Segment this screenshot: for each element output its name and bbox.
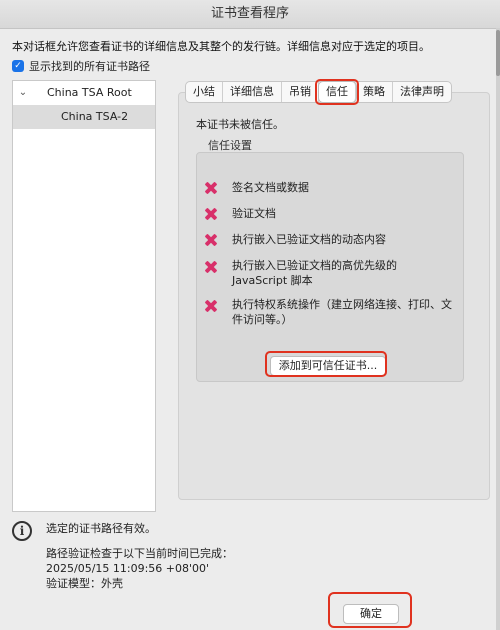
tree-item-root[interactable]: ⌄ China TSA Root (13, 81, 155, 105)
scrollbar[interactable] (496, 30, 500, 76)
window-edge (496, 28, 500, 630)
denied-x-icon (204, 233, 218, 247)
trust-settings-label: 信任设置 (208, 139, 252, 152)
trust-status: 本证书未被信任。 (196, 118, 284, 131)
tab-trust[interactable]: 信任 (315, 79, 359, 105)
show-all-paths-checkbox[interactable]: ✓ (12, 60, 24, 72)
validation-model: 验证模型：外壳 (46, 577, 123, 590)
tab-revocation[interactable]: 吊销 (282, 82, 319, 102)
ok-button[interactable]: 确定 (343, 604, 399, 624)
path-valid-text: 选定的证书路径有效。 (46, 522, 156, 535)
show-all-paths-row[interactable]: ✓ 显示找到的所有证书路径 (12, 58, 150, 74)
tab-summary[interactable]: 小结 (186, 82, 223, 102)
trust-item-label: 签名文档或数据 (232, 181, 309, 194)
trust-item-label: 执行嵌入已验证文档的动态内容 (232, 233, 386, 246)
certificate-tree: ⌄ China TSA Root China TSA-2 (12, 80, 156, 512)
tree-item-child-label: China TSA-2 (61, 110, 129, 123)
dialog-description: 本对话框允许您查看证书的详细信息及其整个的发行链。详细信息对应于选定的项目。 (12, 40, 430, 53)
trust-item: 签名文档或数据 (204, 180, 454, 195)
window-title: 证书查看程序 (0, 0, 500, 29)
trust-item-label: 执行嵌入已验证文档的高优先级的 JavaScript 脚本 (232, 259, 397, 287)
tree-item-child[interactable]: China TSA-2 (13, 105, 155, 129)
tree-item-root-label: China TSA Root (47, 86, 132, 99)
chevron-down-icon[interactable]: ⌄ (17, 81, 29, 105)
validation-details: 路径验证检查于以下当前时间已完成： 2025/05/15 11:09:56 +0… (46, 546, 233, 591)
denied-x-icon (204, 260, 218, 274)
tab-bar: 小结 详细信息 吊销 信任 策略 法律声明 (185, 79, 452, 105)
tab-policies[interactable]: 策略 (356, 82, 393, 102)
tab-details[interactable]: 详细信息 (223, 82, 282, 102)
trust-item: 执行嵌入已验证文档的高优先级的 JavaScript 脚本 (204, 258, 454, 288)
trust-item: 执行嵌入已验证文档的动态内容 (204, 232, 454, 247)
denied-x-icon (204, 207, 218, 221)
trust-item-label: 执行特权系统操作（建立网络连接、打印、文件访问等。） (232, 298, 452, 326)
denied-x-icon (204, 181, 218, 195)
add-to-trusted-button[interactable]: 添加到可信任证书... (270, 356, 386, 376)
tab-legal-notice[interactable]: 法律声明 (393, 82, 451, 102)
info-icon: i (12, 521, 32, 541)
validation-time: 2025/05/15 11:09:56 +08'00' (46, 562, 210, 575)
denied-x-icon (204, 299, 218, 313)
trust-item: 执行特权系统操作（建立网络连接、打印、文件访问等。） (204, 297, 454, 327)
show-all-paths-label: 显示找到的所有证书路径 (29, 60, 150, 73)
validation-line: 路径验证检查于以下当前时间已完成： (46, 547, 233, 560)
trust-item: 验证文档 (204, 206, 454, 221)
trust-item-label: 验证文档 (232, 207, 276, 220)
